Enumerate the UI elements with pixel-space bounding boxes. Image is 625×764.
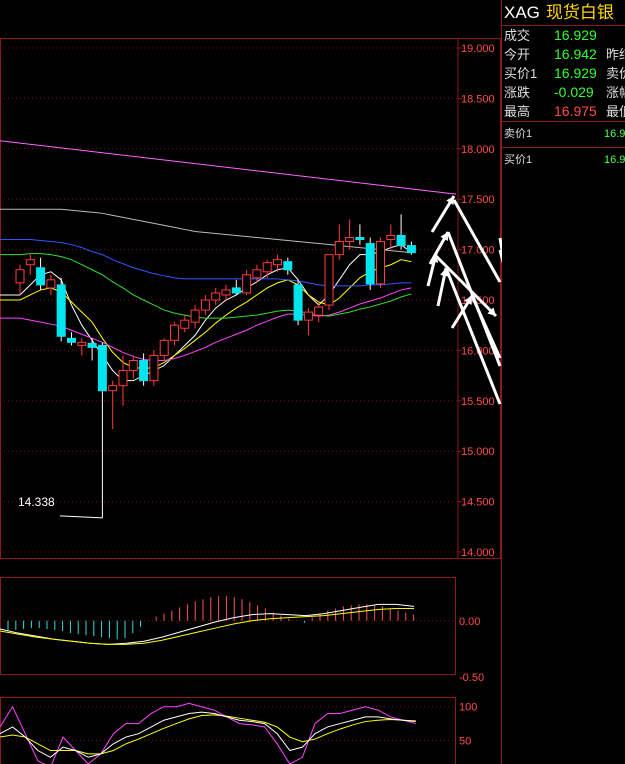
quote-label-secondary: 昨结 bbox=[606, 47, 625, 62]
macd-panel-border bbox=[0, 577, 456, 675]
candle-up bbox=[324, 254, 334, 306]
y-tick-label: 15.500 bbox=[461, 396, 495, 408]
candle-down bbox=[36, 267, 46, 286]
candle-up bbox=[170, 324, 179, 341]
candle-down bbox=[56, 284, 66, 337]
candle-up bbox=[252, 269, 262, 279]
macd-tick-label: -0.50 bbox=[459, 672, 484, 684]
quote-value: -0.029 bbox=[554, 84, 594, 100]
y-tick-label: 18.000 bbox=[461, 144, 495, 156]
candle-up bbox=[77, 341, 87, 346]
quote-rows: 成交 16.929 今开 16.942 昨结买价1 16.929 卖价涨跌 -0.029 涨幅最… bbox=[502, 26, 625, 121]
y-tick-label: 19.000 bbox=[461, 43, 495, 55]
quote-label-secondary: 卖价 bbox=[606, 66, 625, 81]
candle-up bbox=[159, 339, 169, 356]
candle-down bbox=[365, 243, 375, 285]
candle-down bbox=[293, 284, 303, 321]
quote-header: XAG 现货白银 bbox=[502, 0, 625, 26]
candle-down bbox=[396, 234, 406, 247]
candle-up bbox=[262, 262, 272, 273]
low-annotation: 14.338 bbox=[18, 495, 103, 519]
kdj-panel: 100 50 bbox=[0, 702, 477, 764]
price-panel-border bbox=[0, 38, 501, 559]
low-price-label: 14.338 bbox=[18, 495, 55, 509]
quote-label: 今开 bbox=[504, 47, 531, 62]
orderbook-label: 买价1 bbox=[504, 154, 533, 166]
candle-up bbox=[221, 289, 231, 296]
candle-up bbox=[25, 259, 35, 266]
candle-up bbox=[386, 234, 396, 241]
moving-average-lines bbox=[0, 140, 457, 382]
candle-down bbox=[231, 287, 241, 294]
candlestick-chart[interactable]: 19.00018.50018.00017.50017.00016.50016.0… bbox=[0, 0, 502, 764]
orderbook-label: 卖价1 bbox=[504, 128, 533, 140]
candle-up bbox=[200, 299, 210, 311]
candle-up bbox=[334, 241, 344, 256]
kdj-panel-border bbox=[0, 697, 456, 764]
orderbook: 卖价1 16.9 买价1 16.9 bbox=[502, 122, 625, 173]
candle-up bbox=[190, 309, 200, 323]
quote-row: 买价1 16.929 卖价 bbox=[502, 64, 625, 83]
y-tick-label: 18.500 bbox=[461, 93, 495, 105]
candle-up bbox=[303, 311, 313, 321]
candle-up bbox=[376, 241, 385, 285]
forecast-arrow bbox=[444, 267, 502, 405]
candle-up bbox=[180, 319, 190, 329]
macd-tick-label: 0.00 bbox=[459, 616, 480, 628]
y-tick-label: 17.500 bbox=[461, 194, 495, 206]
candle-up bbox=[211, 292, 221, 301]
candle-up bbox=[46, 279, 56, 289]
quote-panel: XAG 现货白银 成交 16.929 今开 16.942 昨结买价1 16.929 卖价涨跌 -… bbox=[502, 0, 625, 764]
symbol-code: XAG bbox=[504, 3, 540, 22]
orderbook-row: 卖价1 16.9 bbox=[502, 122, 625, 147]
quote-label: 涨跌 bbox=[504, 85, 531, 100]
candle-up bbox=[15, 269, 25, 284]
candle-up bbox=[345, 237, 355, 243]
quote-value: 16.942 bbox=[554, 46, 597, 62]
quote-value: 16.929 bbox=[554, 65, 597, 81]
candle-up bbox=[149, 354, 159, 382]
y-tick-label: 15.000 bbox=[461, 446, 495, 458]
quote-value: 16.975 bbox=[554, 103, 597, 119]
quote-label: 成交 bbox=[504, 28, 531, 43]
quote-label: 买价1 bbox=[504, 66, 538, 81]
candle-up bbox=[242, 274, 252, 294]
candle-down bbox=[283, 261, 293, 271]
quote-row: 涨跌 -0.029 涨幅 bbox=[502, 83, 625, 102]
y-tick-label: 14.000 bbox=[461, 547, 495, 559]
quote-row: 成交 16.929 bbox=[502, 26, 625, 45]
kdj-tick-label: 50 bbox=[459, 735, 471, 747]
candle-up bbox=[128, 359, 138, 372]
quote-label: 最高 bbox=[504, 104, 531, 119]
candle-down bbox=[139, 359, 149, 382]
candles bbox=[15, 214, 416, 518]
candle-down bbox=[97, 344, 107, 392]
candle-down bbox=[355, 237, 365, 241]
low-pointer-line bbox=[59, 515, 103, 519]
orderbook-value: 16.9 bbox=[604, 154, 625, 166]
quote-label-secondary: 涨幅 bbox=[606, 85, 625, 100]
candle-down bbox=[87, 342, 97, 348]
candle-up bbox=[118, 370, 128, 387]
quote-label-secondary: 最低 bbox=[606, 104, 625, 119]
y-tick-label: 17.000 bbox=[461, 245, 495, 257]
chart-frame bbox=[0, 0, 502, 764]
candle-down bbox=[406, 245, 416, 254]
symbol-name: 现货白银 bbox=[545, 3, 614, 22]
y-tick-label: 14.500 bbox=[461, 497, 495, 509]
quote-value: 16.929 bbox=[554, 27, 597, 43]
quote-row: 最高 16.975 最低 bbox=[502, 102, 625, 121]
orderbook-value: 16.9 bbox=[604, 128, 625, 140]
candle-up bbox=[108, 385, 118, 392]
macd-panel: 0.00 -0.50 bbox=[0, 596, 484, 684]
quote-row: 今开 16.942 昨结 bbox=[502, 45, 625, 64]
candle-down bbox=[67, 337, 76, 343]
forecast-arrow bbox=[452, 199, 502, 283]
kdj-tick-label: 100 bbox=[459, 702, 477, 714]
orderbook-row: 买价1 16.9 bbox=[502, 147, 625, 173]
candle-up bbox=[314, 306, 324, 316]
candle-up bbox=[273, 259, 282, 266]
